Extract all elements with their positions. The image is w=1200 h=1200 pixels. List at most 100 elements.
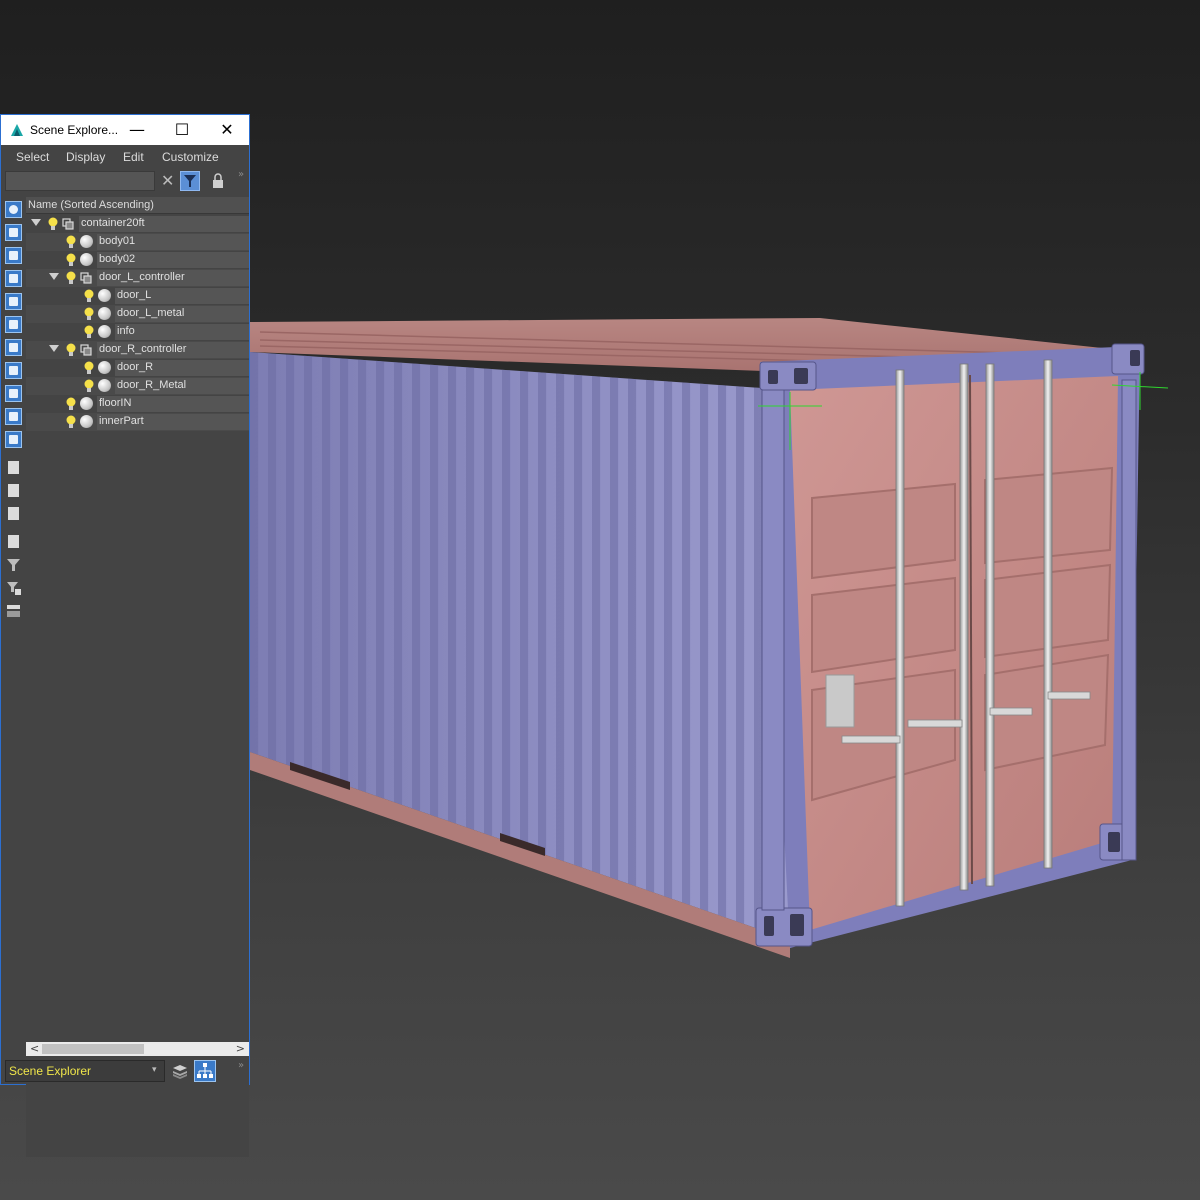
display-bones-icon[interactable]	[5, 385, 22, 402]
tree-item-label: floorIN	[99, 397, 132, 409]
tree-row[interactable]: door_R_controller	[26, 341, 249, 359]
visibility-lightbulb-icon[interactable]	[84, 379, 94, 393]
display-lights-icon[interactable]	[5, 247, 22, 264]
explorer-type-select[interactable]: Scene Explorer	[5, 1060, 165, 1082]
geometry-object-icon	[80, 397, 93, 410]
side-corrugation	[358, 359, 367, 793]
menu-display[interactable]: Display	[66, 150, 105, 164]
sync-selection-icon[interactable]	[5, 602, 22, 619]
group-object-icon	[80, 344, 92, 356]
tree-name-cell	[115, 324, 249, 340]
search-input[interactable]	[5, 171, 155, 191]
menu-edit[interactable]: Edit	[123, 150, 144, 164]
expand-toggle-icon[interactable]	[31, 219, 41, 226]
group-object-icon	[80, 272, 92, 284]
close-button[interactable]: ✕	[216, 119, 238, 141]
toolbar-glyph	[9, 251, 18, 260]
side-corrugation	[628, 378, 637, 887]
toolbar-glyph	[9, 274, 18, 283]
visibility-lightbulb-icon[interactable]	[66, 415, 76, 429]
tree-item-label: body01	[99, 235, 136, 247]
tree-item-label: door_L_controller	[99, 271, 185, 283]
scrollbar-thumb[interactable]	[42, 1044, 144, 1054]
visibility-lightbulb-icon[interactable]	[66, 253, 76, 267]
geometry-object-icon	[98, 307, 111, 320]
tree-row[interactable]: body01	[26, 233, 249, 251]
tree-item-label: door_R_Metal	[117, 379, 187, 391]
lock-icon[interactable]	[211, 173, 225, 189]
visibility-lightbulb-icon[interactable]	[48, 217, 58, 231]
display-none-icon[interactable]	[5, 505, 22, 522]
menu-select[interactable]: Select	[16, 150, 49, 164]
display-all-icon[interactable]	[5, 482, 22, 499]
minimize-button[interactable]: —	[126, 119, 148, 141]
menu-customize[interactable]: Customize	[162, 150, 219, 164]
tree-row[interactable]: door_L	[26, 287, 249, 305]
side-corrugation	[466, 367, 475, 831]
scroll-right-icon[interactable]: >	[236, 1042, 245, 1056]
tree-row[interactable]: door_R_Metal	[26, 377, 249, 395]
side-corrugation	[610, 377, 619, 881]
visibility-lightbulb-icon[interactable]	[84, 325, 94, 339]
sort-by-hierarchy-button[interactable]	[194, 1060, 216, 1082]
scene-tree[interactable]: Name (Sorted Ascending) container20ft bod…	[26, 197, 249, 1157]
display-hidden-icon[interactable]	[5, 459, 22, 476]
maximize-button[interactable]: ☐	[171, 119, 193, 141]
side-corrugation	[718, 384, 727, 918]
display-groups-icon[interactable]	[5, 339, 22, 356]
visibility-lightbulb-icon[interactable]	[66, 271, 76, 285]
column-header-name[interactable]: Name (Sorted Ascending)	[26, 197, 249, 214]
display-shapes-icon[interactable]	[5, 224, 22, 241]
window-title: Scene Explore...	[30, 123, 119, 137]
visibility-lightbulb-icon[interactable]	[66, 235, 76, 249]
tree-row[interactable]: door_R	[26, 359, 249, 377]
filter-icon[interactable]	[5, 556, 22, 573]
expand-toggle-icon[interactable]	[49, 273, 59, 280]
tree-row[interactable]: body02	[26, 251, 249, 269]
display-invert-icon[interactable]	[5, 533, 22, 550]
tree-row[interactable]: door_L_metal	[26, 305, 249, 323]
group-object-icon	[62, 218, 74, 230]
side-corrugation	[664, 381, 673, 899]
display-helpers-icon[interactable]	[5, 293, 22, 310]
geometry-object-icon	[80, 415, 93, 428]
visibility-lightbulb-icon[interactable]	[84, 289, 94, 303]
side-corrugation	[736, 386, 745, 925]
search-bar: ✕ »	[1, 169, 249, 195]
display-spacewarps-icon[interactable]	[5, 316, 22, 333]
display-xrefs-icon[interactable]	[5, 362, 22, 379]
horizontal-scrollbar[interactable]: < >	[26, 1042, 249, 1056]
tree-row[interactable]: info	[26, 323, 249, 341]
visibility-lightbulb-icon[interactable]	[66, 343, 76, 357]
expand-toggle-icon[interactable]	[49, 345, 59, 352]
sort-by-layer-icon[interactable]	[171, 1062, 189, 1080]
display-cameras-icon[interactable]	[5, 270, 22, 287]
display-containers-icon[interactable]	[5, 408, 22, 425]
geometry-object-icon	[98, 361, 111, 374]
filter-toggle-button[interactable]	[180, 171, 200, 191]
tree-row[interactable]: floorIN	[26, 395, 249, 413]
scroll-left-icon[interactable]: <	[30, 1042, 39, 1056]
chevron-down-icon[interactable]: ▾	[152, 1065, 157, 1075]
toolbar-overflow-icon[interactable]: »	[238, 169, 244, 180]
side-corrugation	[538, 372, 547, 856]
side-corrugation	[448, 365, 457, 824]
tree-item-label: info	[117, 325, 135, 337]
clear-search-icon[interactable]: ✕	[161, 172, 174, 190]
display-geometry-icon[interactable]	[5, 201, 22, 218]
visibility-lightbulb-icon[interactable]	[84, 307, 94, 321]
tree-row[interactable]: container20ft	[26, 215, 249, 233]
window-titlebar[interactable]: Scene Explore... — ☐ ✕	[1, 115, 249, 145]
scene-explorer-window[interactable]: Scene Explore... — ☐ ✕ Select Display Ed…	[0, 114, 250, 1157]
tree-row[interactable]: innerPart	[26, 413, 249, 431]
visibility-lightbulb-icon[interactable]	[84, 361, 94, 375]
side-corrugation	[340, 358, 349, 787]
filter-options-icon[interactable]	[5, 579, 22, 596]
hierarchy-icon	[197, 1063, 213, 1078]
statusbar-overflow-icon[interactable]: »	[238, 1060, 244, 1071]
tree-row[interactable]: door_L_controller	[26, 269, 249, 287]
visibility-lightbulb-icon[interactable]	[66, 397, 76, 411]
side-corrugation	[502, 369, 511, 843]
menu-bar: Select Display Edit Customize	[1, 145, 249, 169]
display-frozen-icon[interactable]	[5, 431, 22, 448]
